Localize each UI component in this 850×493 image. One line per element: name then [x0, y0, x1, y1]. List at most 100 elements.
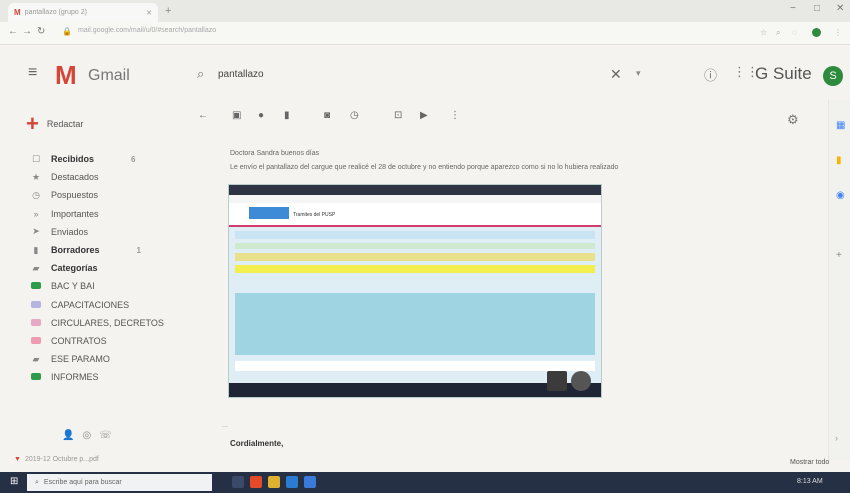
sidebar-item-destacados[interactable]: ★ Destacados — [30, 170, 99, 184]
plus-icon: + — [26, 111, 39, 136]
message-greeting: Doctora Sandra buenos días — [230, 150, 320, 157]
task-view-icon[interactable] — [232, 476, 244, 488]
label-icon — [30, 281, 42, 291]
mark-unread-icon[interactable]: ◙ — [324, 110, 330, 121]
label-icon: ▰ — [32, 353, 40, 364]
sidebar-item-bac-y-bai[interactable]: BAC Y BAI — [30, 279, 95, 293]
label-icon — [30, 300, 42, 310]
taskbar-search-placeholder: Escribe aquí para buscar — [43, 479, 122, 486]
search-options-icon[interactable]: ▾ — [636, 68, 641, 79]
file-explorer-icon[interactable] — [268, 476, 280, 488]
sidebar-item-contratos[interactable]: CONTRATOS — [30, 334, 107, 348]
tab-title: pantallazo (grupo 2) — [24, 9, 87, 16]
sidebar-item-circulares-decretos[interactable]: CIRCULARES, DECRETOS — [30, 316, 164, 330]
gmail-logo-icon[interactable]: M — [55, 60, 77, 91]
search-icon[interactable]: ⌕ — [197, 66, 204, 82]
forward-icon[interactable]: → — [22, 26, 32, 37]
unread-count: 1 — [136, 245, 141, 255]
star-bookmark-icon[interactable]: ☆ — [760, 28, 767, 37]
sidebar-item-importantes[interactable]: » Importantes — [30, 207, 98, 221]
back-icon[interactable]: ← — [8, 26, 18, 37]
account-avatar[interactable]: S — [823, 66, 843, 86]
window-minimize-button[interactable]: − — [790, 3, 796, 14]
person-icon[interactable]: 👤 — [62, 430, 82, 441]
calendar-icon[interactable]: ▦ — [836, 120, 845, 131]
chrome-app-icon[interactable] — [250, 476, 262, 488]
clock-icon: ◷ — [32, 189, 40, 200]
sidebar-item-label: CONTRATOS — [51, 336, 107, 346]
main-menu-icon[interactable]: ≡ — [28, 64, 37, 82]
extension-icon[interactable]: ◌ — [792, 28, 797, 37]
label-icon[interactable]: ▶ — [420, 110, 428, 121]
window-maximize-button[interactable]: □ — [814, 3, 820, 14]
window-close-button[interactable]: ✕ — [836, 3, 844, 14]
gmail-logo-text: Gmail — [88, 67, 130, 84]
sidebar-footer: 👤◎☏ — [62, 430, 120, 441]
side-panel — [828, 100, 850, 460]
search-input[interactable] — [218, 69, 338, 80]
settings-gear-icon[interactable]: ⚙ — [787, 112, 799, 128]
message-body: Le envío el pantallazo del cargue que re… — [230, 164, 619, 171]
show-all-link[interactable]: Mostrar todo — [790, 459, 829, 466]
label-icon — [30, 336, 42, 346]
sidebar-item-label: Enviados — [51, 226, 89, 237]
edge-app-icon[interactable] — [286, 476, 298, 488]
show-trimmed-content[interactable]: ... — [222, 422, 228, 429]
new-tab-button[interactable]: + — [165, 5, 171, 17]
back-to-list-icon[interactable]: ← — [198, 110, 208, 121]
sidebar-item-label: Pospuestos — [51, 190, 99, 201]
tab-close-icon[interactable]: ✕ — [146, 9, 152, 17]
sidebar-item-label: Destacados — [51, 172, 99, 183]
phone-icon[interactable]: ☏ — [99, 430, 120, 441]
pdf-icon: ▼ — [14, 456, 21, 463]
browser-tab[interactable]: M pantallazo (grupo 2) ✕ — [8, 3, 158, 22]
message-closing: Cordialmente, — [230, 439, 284, 448]
taskbar-clock: 8:13 AM — [797, 478, 823, 485]
compose-button[interactable]: + Redactar — [26, 111, 84, 136]
sidebar-item-label: Borradores — [51, 245, 100, 255]
archive-icon[interactable]: ▣ — [232, 110, 241, 121]
more-options-icon[interactable]: ⋮ — [450, 110, 460, 121]
label-icon — [30, 372, 42, 382]
taskbar-search[interactable]: ⌕ Escribe aquí para buscar — [27, 474, 212, 491]
compose-label: Redactar — [46, 119, 84, 129]
move-to-icon[interactable]: ⊡ — [394, 110, 402, 121]
sidebar-item-label: Recibidos — [51, 154, 95, 164]
inbox-icon: ☐ — [31, 153, 41, 164]
expand-panel-icon[interactable]: › — [835, 433, 838, 443]
sidebar-item-informes[interactable]: INFORMES — [30, 370, 99, 384]
profile-icon[interactable] — [812, 28, 821, 37]
label-icon — [30, 318, 42, 328]
sidebar-item-capacitaciones[interactable]: CAPACITACIONES — [30, 298, 129, 312]
help-icon[interactable]: ⓘ — [704, 65, 717, 84]
reload-icon[interactable]: ↻ — [37, 26, 45, 37]
sidebar-item-recibidos[interactable]: ☐ Recibidos 6 — [30, 152, 136, 166]
sidebar-item-label: CIRCULARES, DECRETOS — [51, 317, 164, 328]
sidebar-item-categorías[interactable]: ▰ Categorías — [30, 261, 98, 275]
windows-start-icon[interactable]: ⊞ — [10, 476, 18, 487]
snooze-icon[interactable]: ◷ — [350, 110, 359, 121]
star-icon: ★ — [31, 171, 41, 182]
delete-icon[interactable]: ▮ — [284, 110, 290, 121]
embedded-screenshot-image[interactable]: Tramites del PUSP — [228, 184, 602, 398]
word-app-icon[interactable] — [304, 476, 316, 488]
hangouts-icon[interactable]: ◎ — [82, 430, 99, 441]
sidebar-item-borradores[interactable]: ▮ Borradores 1 — [30, 243, 141, 257]
url-text[interactable]: mail.google.com/mail/u/0/#search/pantall… — [78, 27, 216, 34]
sidebar-item-enviados[interactable]: ➤ Enviados — [30, 225, 88, 239]
gsuite-brand: G Suite — [755, 64, 812, 83]
send-icon: ➤ — [32, 226, 40, 237]
clear-search-icon[interactable]: ✕ — [610, 66, 622, 83]
attachment-name: 2019-12 Octubre p...pdf — [24, 456, 99, 463]
sidebar-item-pospuestos[interactable]: ◷ Pospuestos — [30, 188, 98, 202]
sidebar-item-ese-paramo[interactable]: ▰ ESE PARAMO — [30, 352, 110, 366]
sidebar-item-label: ESE PARAMO — [51, 354, 110, 365]
add-addon-icon[interactable]: + — [836, 250, 842, 261]
tasks-icon[interactable]: ◉ — [836, 190, 845, 201]
report-spam-icon[interactable]: ● — [258, 110, 264, 121]
menu-icon[interactable]: ⋮ — [834, 28, 842, 37]
keep-icon[interactable]: ▮ — [836, 155, 842, 166]
search-icon[interactable]: ⌕ — [776, 28, 780, 38]
attachment-chip[interactable]: ▼ 2019-12 Octubre p...pdf — [14, 456, 99, 463]
unread-count: 6 — [131, 154, 136, 164]
